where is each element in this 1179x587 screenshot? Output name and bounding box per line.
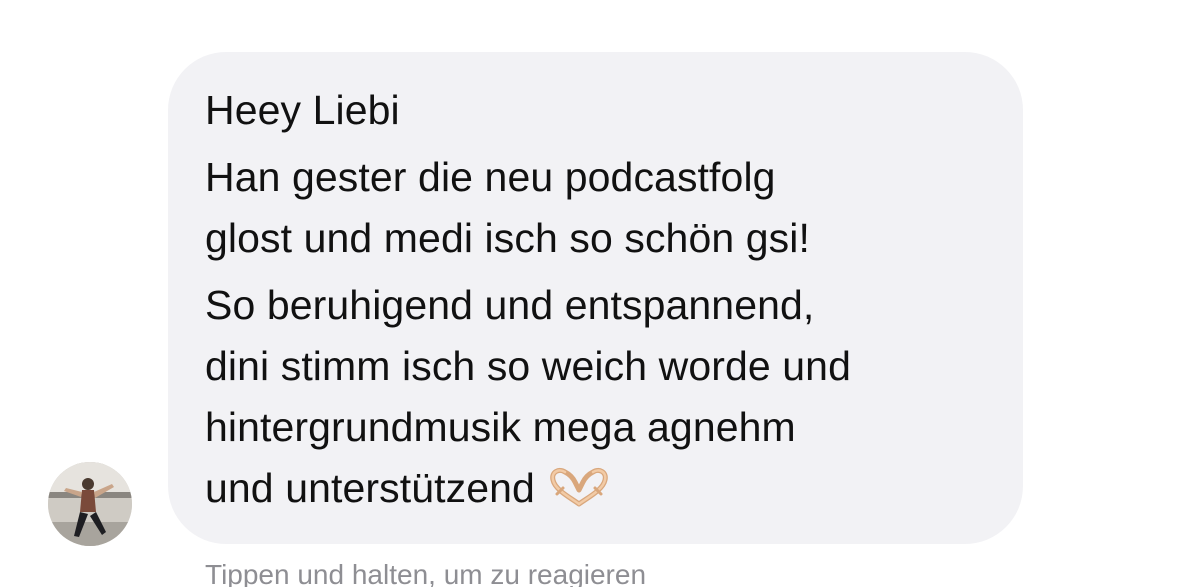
message-greeting: Heey Liebi bbox=[205, 87, 400, 133]
message-paragraph-2: So beruhigend und entspannend, dini stim… bbox=[205, 275, 993, 525]
message-line: glost und medi isch so schön gsi! bbox=[205, 215, 810, 261]
sender-avatar[interactable] bbox=[48, 462, 132, 546]
message-paragraph-1: Han gester die neu podcastfolg glost und… bbox=[205, 147, 993, 269]
reaction-hint: Tippen und halten, um zu reagieren bbox=[205, 559, 647, 587]
message-line: Han gester die neu podcastfolg bbox=[205, 154, 776, 200]
heart-hands-emoji-icon bbox=[549, 464, 609, 525]
message-line: und unterstützend bbox=[205, 465, 535, 511]
message-thread: Heey Liebi Han gester die neu podcastfol… bbox=[0, 0, 1179, 587]
message-line: So beruhigend und entspannend, bbox=[205, 282, 815, 328]
message-line: dini stimm isch so weich worde und bbox=[205, 343, 851, 389]
avatar-photo-icon bbox=[48, 462, 132, 546]
message-line: hintergrundmusik mega agnehm bbox=[205, 404, 796, 450]
message-bubble[interactable]: Heey Liebi Han gester die neu podcastfol… bbox=[168, 52, 1023, 544]
